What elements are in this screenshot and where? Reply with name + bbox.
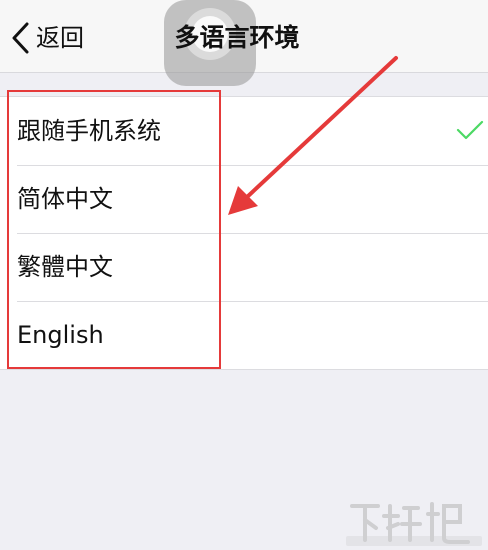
navigation-bar: 返回 多语言环境: [0, 0, 488, 86]
language-label: 简体中文: [17, 185, 113, 213]
page-title: 多语言环境: [174, 23, 300, 52]
checkmark-icon: [456, 120, 484, 140]
language-label: English: [17, 321, 104, 349]
language-label: 跟随手机系统: [17, 117, 161, 145]
language-option-traditional-chinese[interactable]: 繁體中文: [0, 233, 488, 301]
language-option-follow-system[interactable]: 跟随手机系统: [0, 97, 488, 165]
language-label: 繁體中文: [17, 253, 113, 281]
language-list: 跟随手机系统 简体中文 繁體中文 English: [0, 96, 488, 370]
language-option-simplified-chinese[interactable]: 简体中文: [0, 165, 488, 233]
watermark-logo: [346, 502, 482, 546]
language-option-english[interactable]: English: [0, 301, 488, 369]
